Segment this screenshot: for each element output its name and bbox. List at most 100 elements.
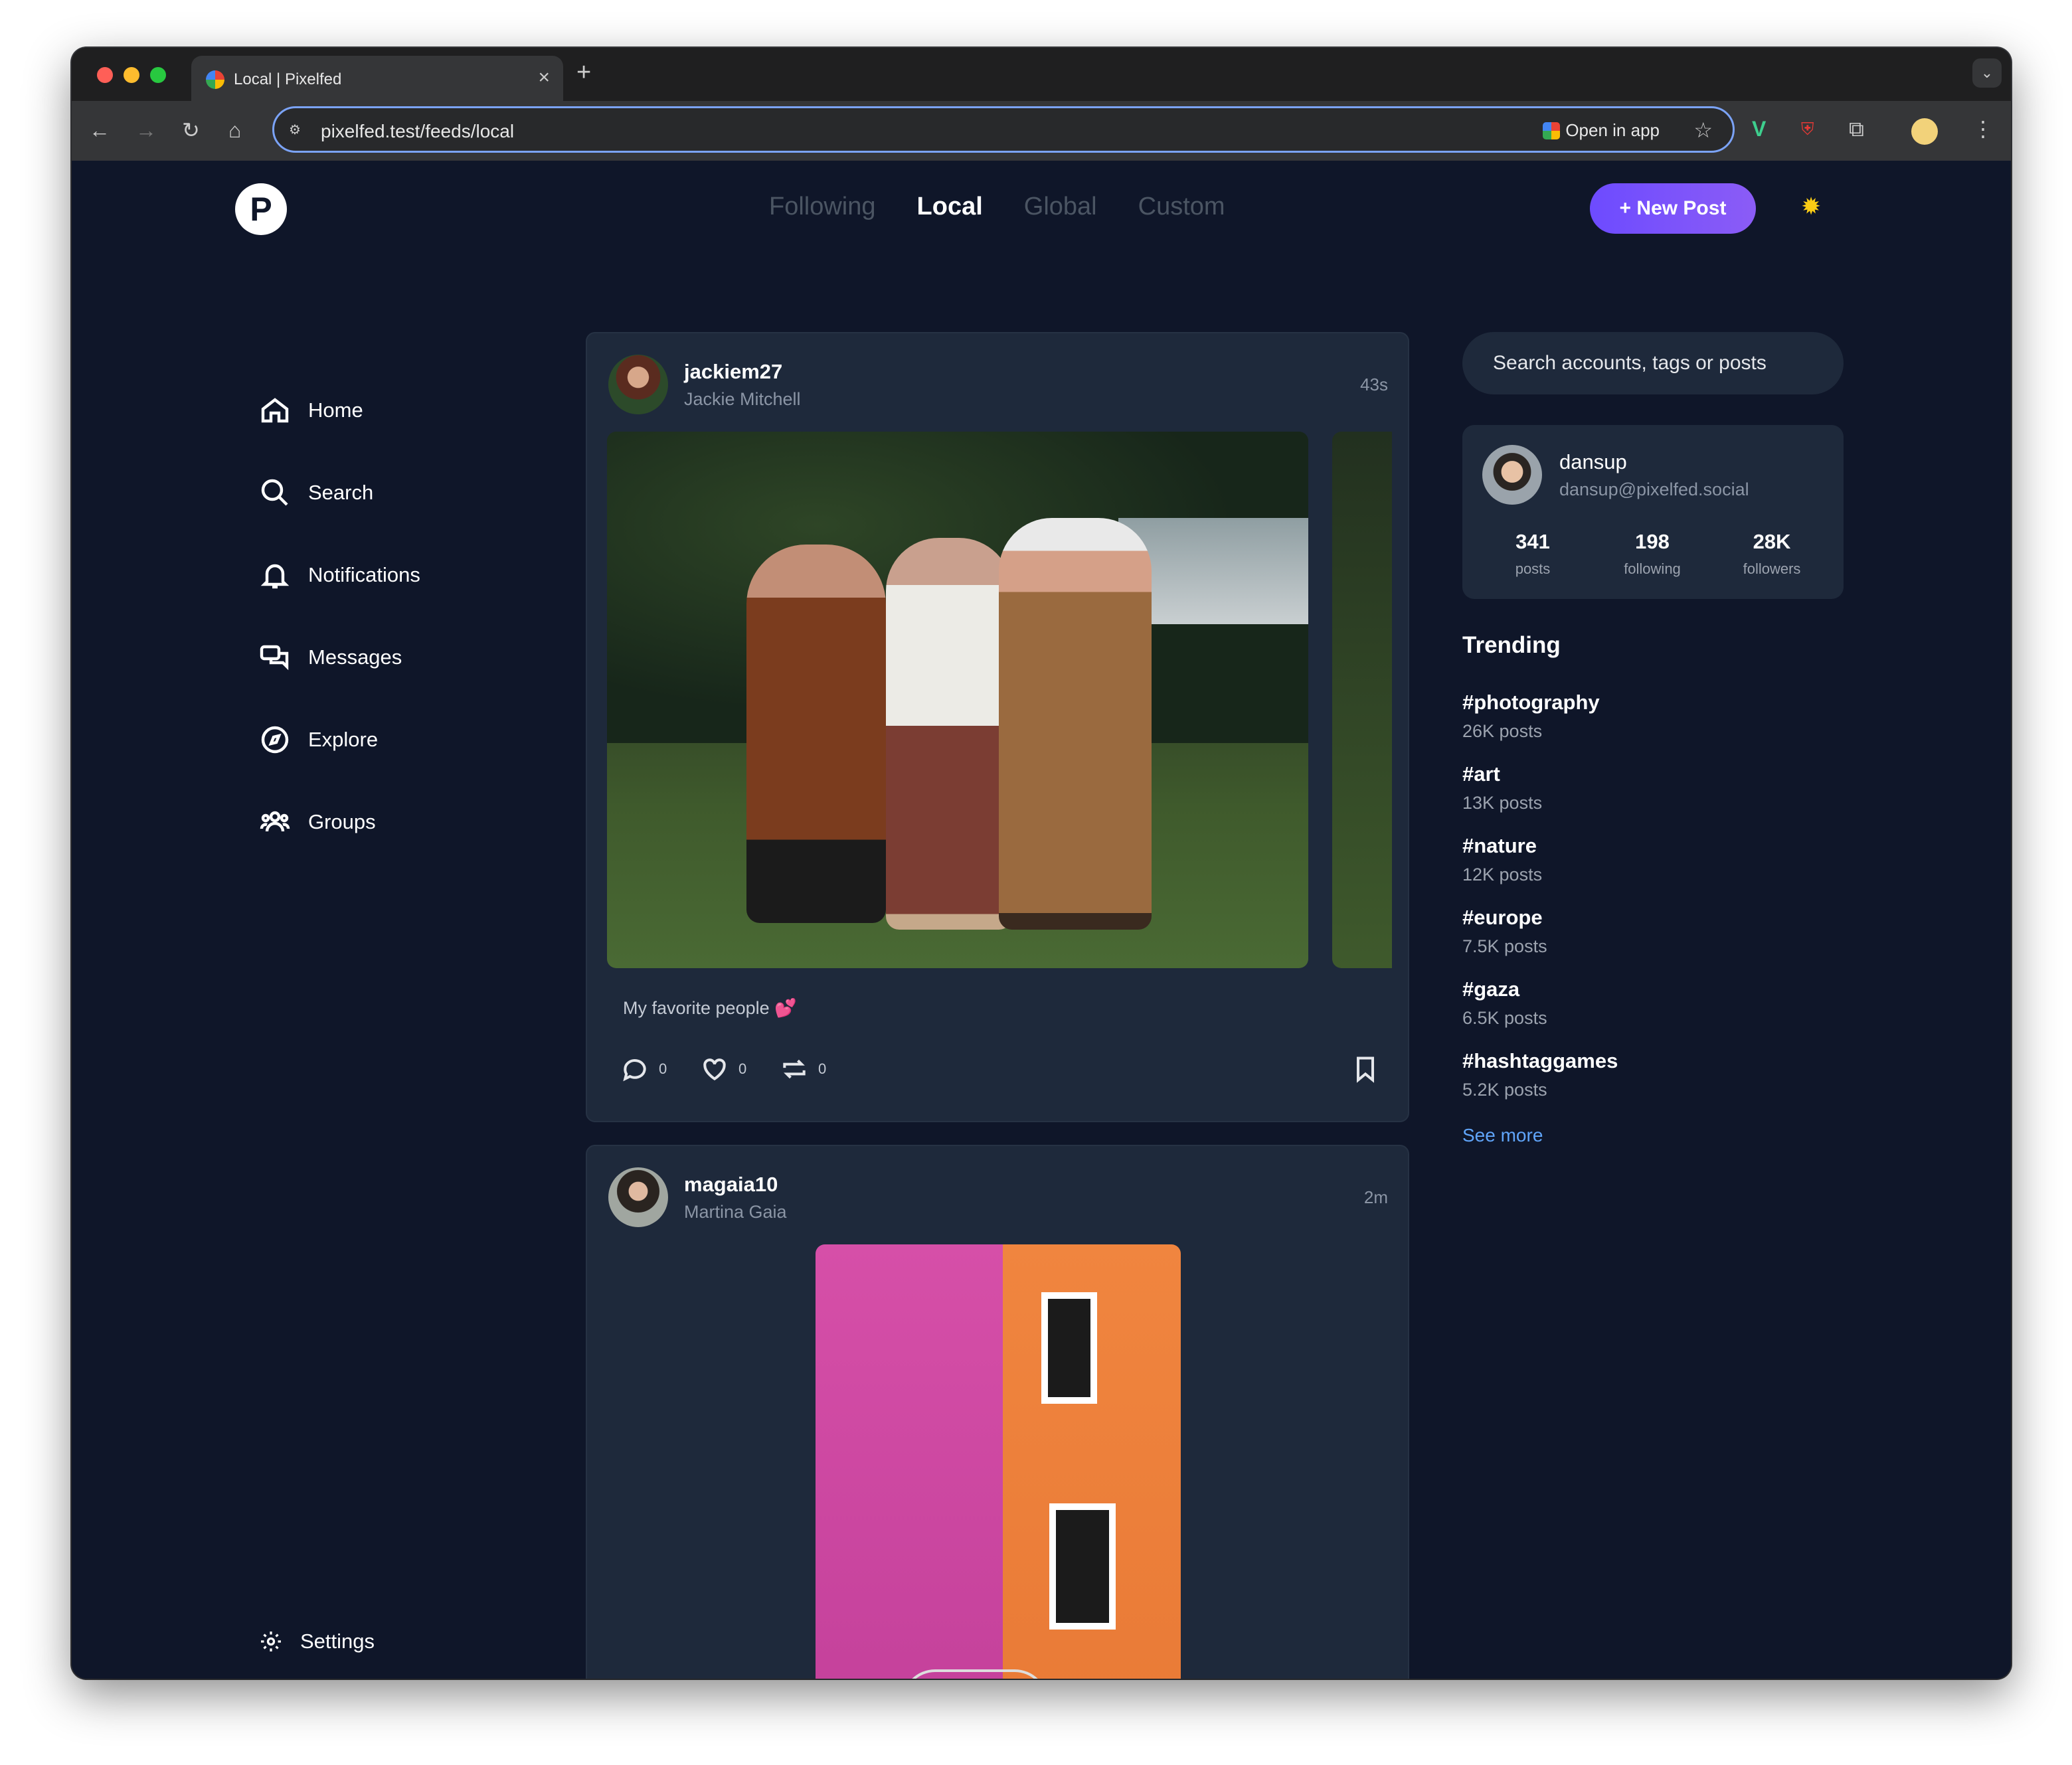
feed-tabs: Following Local Global Custom — [769, 193, 1225, 221]
tab-following[interactable]: Following — [769, 193, 876, 221]
profile-username[interactable]: dansup — [1559, 450, 1627, 474]
extensions-puzzle-icon[interactable]: ⧉ — [1849, 116, 1864, 142]
sidebar-item-label: Home — [308, 398, 363, 422]
trending-item[interactable]: #nature 12K posts — [1462, 834, 1542, 885]
gear-icon — [261, 1632, 281, 1651]
reload-icon[interactable]: ↻ — [182, 117, 200, 143]
bookmark-star-icon[interactable]: ☆ — [1693, 118, 1713, 143]
comment-count: 0 — [659, 1060, 667, 1077]
trending-item[interactable]: #hashtaggames 5.2K posts — [1462, 1049, 1618, 1100]
tab-custom[interactable]: Custom — [1138, 193, 1225, 221]
following-stat[interactable]: 198 following — [1606, 530, 1699, 578]
trending-title: Trending — [1462, 632, 1561, 658]
post-photo[interactable] — [607, 432, 1308, 968]
avatar[interactable] — [608, 355, 668, 414]
sidebar-item-label: Settings — [300, 1630, 375, 1653]
new-post-label: New Post — [1636, 197, 1727, 219]
tab-close-icon[interactable]: × — [538, 66, 550, 89]
app-icon — [1543, 122, 1561, 139]
trending-count: 7.5K posts — [1462, 936, 1547, 956]
posts-stat[interactable]: 341 posts — [1486, 530, 1579, 578]
post-photo-next[interactable] — [1332, 432, 1392, 968]
trending-count: 5.2K posts — [1462, 1080, 1547, 1100]
post-card: jackiem27 Jackie Mitchell 43s My favorit… — [586, 332, 1409, 1122]
sidebar-item-messages[interactable]: Messages — [259, 637, 402, 677]
theme-toggle-sun-icon[interactable]: ✹ — [1801, 193, 1821, 220]
compass-icon — [261, 726, 289, 754]
post-username[interactable]: jackiem27 — [684, 360, 782, 384]
sidebar-item-label: Groups — [308, 810, 376, 833]
vue-devtools-extension-icon[interactable]: V — [1752, 116, 1766, 142]
close-window-button[interactable] — [97, 67, 113, 83]
forward-icon[interactable]: → — [135, 117, 157, 143]
trending-count: 13K posts — [1462, 793, 1543, 813]
trending-item[interactable]: #photography 26K posts — [1462, 691, 1600, 742]
sidebar-item-groups[interactable]: Groups — [259, 802, 376, 842]
trending-tag[interactable]: #hashtaggames — [1462, 1049, 1618, 1073]
sidebar-item-settings[interactable]: Settings — [259, 1622, 375, 1661]
trending-tag[interactable]: #europe — [1462, 906, 1547, 930]
extension-badge-icon[interactable]: ⛨ — [1801, 116, 1814, 142]
avatar[interactable] — [1482, 445, 1542, 505]
trending-tag[interactable]: #nature — [1462, 834, 1542, 858]
pixelfed-logo[interactable]: P — [235, 183, 287, 235]
plus-icon: + — [1619, 197, 1637, 219]
open-in-app-button[interactable]: Open in app — [1543, 120, 1660, 141]
sidebar-item-label: Notifications — [308, 563, 420, 586]
trending-count: 6.5K posts — [1462, 1008, 1547, 1028]
bookmark-icon — [1356, 1056, 1375, 1083]
search-input[interactable]: Search accounts, tags or posts — [1462, 332, 1844, 394]
profile-card: dansup dansup@pixelfed.social 341 posts … — [1462, 425, 1844, 599]
site-info-icon[interactable]: ⚙ — [289, 122, 307, 140]
url-text: pixelfed.test/feeds/local — [321, 121, 515, 141]
tab-search-icon[interactable]: ⌄ — [1972, 58, 2002, 88]
trending-item[interactable]: #gaza 6.5K posts — [1462, 977, 1547, 1029]
tab-bar: Local | Pixelfed × + ⌄ — [72, 48, 2011, 101]
followers-stat[interactable]: 28K followers — [1725, 530, 1818, 578]
like-button[interactable]: 0 — [700, 1054, 746, 1084]
post-photo[interactable] — [816, 1244, 1181, 1679]
profile-avatar-icon[interactable] — [1911, 118, 1938, 145]
address-bar[interactable]: ⚙ pixelfed.test/feeds/local Open in app … — [272, 106, 1735, 153]
sidebar-item-explore[interactable]: Explore — [259, 720, 378, 760]
avatar[interactable] — [608, 1167, 668, 1227]
trending-item[interactable]: #art 13K posts — [1462, 762, 1542, 813]
post-display-name: Martina Gaia — [684, 1202, 787, 1222]
browser-tab[interactable]: Local | Pixelfed × — [191, 56, 563, 101]
bookmark-button[interactable] — [1351, 1054, 1380, 1084]
comment-icon — [623, 1059, 646, 1082]
home-icon — [261, 398, 289, 423]
minimize-window-button[interactable] — [124, 67, 139, 83]
browser-toolbar: ← → ↻ ⌂ ⚙ pixelfed.test/feeds/local Open… — [72, 101, 2011, 161]
share-button[interactable]: 0 — [780, 1054, 826, 1084]
back-icon[interactable]: ← — [89, 117, 110, 143]
tab-global[interactable]: Global — [1024, 193, 1097, 221]
post-username[interactable]: magaia10 — [684, 1173, 778, 1197]
groups-icon — [260, 811, 290, 832]
browser-menu-icon[interactable]: ⋮ — [1972, 116, 1994, 142]
browser-window: Local | Pixelfed × + ⌄ ← → ↻ ⌂ ⚙ pixelfe… — [72, 48, 2011, 1679]
sidebar-item-home[interactable]: Home — [259, 390, 363, 430]
new-tab-icon[interactable]: + — [576, 58, 591, 87]
tab-title: Local | Pixelfed — [234, 70, 342, 88]
trending-tag[interactable]: #gaza — [1462, 977, 1547, 1001]
post-timestamp: 43s — [1360, 375, 1388, 394]
trending-item[interactable]: #europe 7.5K posts — [1462, 906, 1547, 957]
sidebar-item-search[interactable]: Search — [259, 473, 373, 513]
home-browser-icon[interactable]: ⌂ — [228, 117, 241, 143]
pixelfed-page: P Following Local Global Custom + New Po… — [72, 161, 2011, 1679]
see-more-link[interactable]: See more — [1462, 1125, 1543, 1146]
maximize-window-button[interactable] — [150, 67, 166, 83]
comment-button[interactable]: 0 — [620, 1054, 667, 1084]
sidebar-item-label: Explore — [308, 728, 379, 751]
trending-count: 26K posts — [1462, 721, 1543, 741]
trending-tag[interactable]: #photography — [1462, 691, 1600, 714]
messages-icon — [260, 645, 289, 671]
repost-icon — [783, 1059, 806, 1079]
tab-local[interactable]: Local — [917, 193, 983, 221]
sidebar-item-notifications[interactable]: Notifications — [259, 555, 420, 595]
trending-tag[interactable]: #art — [1462, 762, 1542, 786]
new-post-button[interactable]: + New Post — [1590, 183, 1756, 234]
post-display-name: Jackie Mitchell — [684, 389, 801, 409]
following-count: 198 — [1635, 530, 1670, 553]
